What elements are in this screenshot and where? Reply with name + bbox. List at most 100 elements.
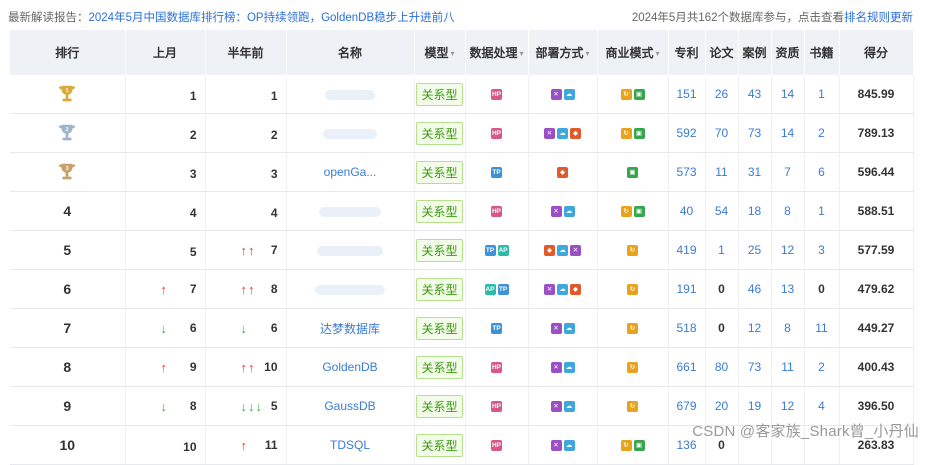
- analytical-processing-icon[interactable]: AP: [484, 284, 496, 296]
- book-count[interactable]: 1: [818, 204, 825, 218]
- case-count[interactable]: 18: [748, 204, 761, 218]
- column-header[interactable]: 专利: [668, 30, 706, 75]
- paper-count[interactable]: 1: [718, 243, 725, 257]
- hybrid-processing-icon[interactable]: HP: [491, 401, 502, 413]
- hybrid-deploy-icon[interactable]: ◆: [557, 167, 568, 179]
- book-count[interactable]: 3: [818, 243, 825, 257]
- transaction-processing-icon[interactable]: TP: [497, 284, 509, 296]
- patent-count[interactable]: 40: [680, 204, 693, 218]
- local-deploy-icon[interactable]: ✕: [550, 362, 562, 374]
- patent-count[interactable]: 419: [676, 243, 696, 257]
- patent-count[interactable]: 191: [676, 282, 696, 296]
- column-header[interactable]: 资质: [771, 30, 805, 75]
- model-tag[interactable]: 关系型: [416, 277, 463, 301]
- model-tag[interactable]: 关系型: [416, 433, 463, 457]
- qualification-count[interactable]: 13: [781, 282, 794, 296]
- patent-count[interactable]: 151: [676, 87, 696, 101]
- name-cell[interactable]: openGa...: [286, 152, 415, 192]
- hybrid-deploy-icon[interactable]: ◆: [570, 284, 581, 296]
- cloud-deploy-icon[interactable]: ☁: [557, 245, 568, 257]
- commercial-icon[interactable]: ↻: [620, 440, 632, 452]
- column-header[interactable]: 排行: [10, 30, 126, 75]
- model-tag[interactable]: 关系型: [416, 160, 463, 184]
- qualification-count[interactable]: 8: [784, 321, 791, 335]
- case-count[interactable]: 46: [748, 282, 761, 296]
- name-cell[interactable]: [286, 269, 415, 309]
- column-header[interactable]: 数据处理 ▾: [465, 30, 529, 75]
- commercial-icon[interactable]: ↻: [627, 245, 638, 257]
- local-deploy-icon[interactable]: ✕: [544, 128, 555, 140]
- book-count[interactable]: 2: [818, 126, 825, 140]
- analytical-processing-icon[interactable]: AP: [497, 245, 509, 257]
- commercial-icon[interactable]: ↻: [620, 89, 632, 101]
- database-name-link[interactable]: TDSQL: [330, 438, 370, 452]
- column-header[interactable]: 论文: [705, 30, 739, 75]
- latest-report-link[interactable]: 2024年5月中国数据库排行榜：OP持续领跑，GoldenDB稳步上升进前八: [89, 12, 455, 24]
- paper-count[interactable]: 80: [715, 360, 728, 374]
- patent-count[interactable]: 518: [676, 321, 696, 335]
- model-tag[interactable]: 关系型: [416, 121, 463, 145]
- column-header[interactable]: 书籍: [804, 30, 840, 75]
- name-cell[interactable]: [286, 75, 415, 114]
- patent-count[interactable]: 592: [676, 126, 696, 140]
- column-header[interactable]: 案例: [738, 30, 772, 75]
- ranking-rules-link[interactable]: 排名规则更新: [844, 12, 913, 24]
- column-header[interactable]: 上月: [125, 30, 206, 75]
- cloud-deploy-icon[interactable]: ☁: [557, 128, 568, 140]
- commercial-icon[interactable]: ↻: [627, 401, 638, 413]
- database-name-link[interactable]: GoldenDB: [322, 360, 377, 374]
- cloud-deploy-icon[interactable]: ☁: [563, 440, 575, 452]
- model-tag[interactable]: 关系型: [416, 238, 463, 262]
- case-count[interactable]: 73: [748, 126, 761, 140]
- model-tag[interactable]: 关系型: [416, 355, 463, 379]
- case-count[interactable]: 12: [748, 321, 761, 335]
- open-source-icon[interactable]: ▣: [633, 206, 645, 218]
- commercial-icon[interactable]: ↻: [620, 128, 632, 140]
- paper-count[interactable]: 26: [715, 87, 728, 101]
- patent-count[interactable]: 661: [676, 360, 696, 374]
- name-cell[interactable]: GaussDB: [286, 386, 415, 426]
- cloud-deploy-icon[interactable]: ☁: [557, 284, 568, 296]
- book-count[interactable]: 11: [815, 321, 827, 335]
- paper-count[interactable]: 54: [715, 204, 728, 218]
- paper-count[interactable]: 11: [715, 165, 727, 179]
- local-deploy-icon[interactable]: ✕: [550, 440, 562, 452]
- book-count[interactable]: 1: [818, 87, 825, 101]
- local-deploy-icon[interactable]: ✕: [544, 284, 555, 296]
- open-source-icon[interactable]: ▣: [633, 440, 645, 452]
- hybrid-processing-icon[interactable]: HP: [491, 362, 502, 374]
- column-header[interactable]: 半年前: [205, 30, 287, 75]
- cloud-deploy-icon[interactable]: ☁: [563, 89, 575, 101]
- qualification-count[interactable]: 7: [784, 165, 791, 179]
- book-count[interactable]: 6: [818, 165, 825, 179]
- case-count[interactable]: 31: [748, 165, 761, 179]
- local-deploy-icon[interactable]: ✕: [550, 89, 562, 101]
- case-count[interactable]: 43: [748, 87, 761, 101]
- cloud-deploy-icon[interactable]: ☁: [563, 206, 575, 218]
- commercial-icon[interactable]: ↻: [627, 323, 638, 335]
- local-deploy-icon[interactable]: ✕: [570, 245, 581, 257]
- qualification-count[interactable]: 14: [781, 126, 794, 140]
- database-name-link[interactable]: openGa...: [324, 165, 377, 179]
- open-source-icon[interactable]: ▣: [627, 167, 638, 179]
- case-count[interactable]: 19: [748, 399, 761, 413]
- hybrid-processing-icon[interactable]: HP: [491, 89, 502, 101]
- case-count[interactable]: 25: [748, 243, 761, 257]
- qualification-count[interactable]: 8: [784, 204, 791, 218]
- commercial-icon[interactable]: ↻: [627, 284, 638, 296]
- database-name-link[interactable]: 达梦数据库: [320, 322, 380, 336]
- qualification-count[interactable]: 14: [781, 87, 794, 101]
- model-tag[interactable]: 关系型: [416, 394, 463, 418]
- qualification-count[interactable]: 11: [781, 360, 793, 374]
- book-count[interactable]: 4: [818, 399, 825, 413]
- name-cell[interactable]: [286, 230, 415, 270]
- hybrid-processing-icon[interactable]: HP: [491, 128, 502, 140]
- cloud-deploy-icon[interactable]: ☁: [563, 401, 575, 413]
- name-cell[interactable]: 达梦数据库: [286, 308, 415, 348]
- qualification-count[interactable]: 12: [781, 243, 794, 257]
- paper-count[interactable]: 20: [715, 399, 728, 413]
- column-header[interactable]: 模型 ▾: [414, 30, 466, 75]
- local-deploy-icon[interactable]: ✕: [550, 206, 562, 218]
- patent-count[interactable]: 573: [676, 165, 696, 179]
- hybrid-deploy-icon[interactable]: ◆: [570, 128, 581, 140]
